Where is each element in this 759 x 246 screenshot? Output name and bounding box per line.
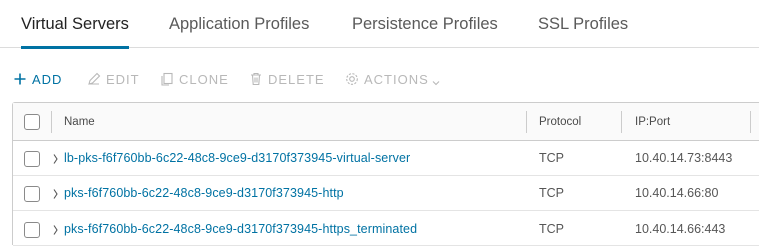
column-separator[interactable]	[750, 111, 751, 133]
column-separator[interactable]	[526, 111, 527, 133]
tab-persistence-profiles[interactable]: Persistence Profiles	[352, 0, 498, 48]
column-header-name[interactable]: Name	[64, 103, 95, 141]
tab-application-profiles[interactable]: Application Profiles	[169, 0, 309, 48]
grid-header: Name Protocol IP:Port	[13, 103, 759, 141]
tab-bar: Virtual Servers Application Profiles Per…	[0, 0, 759, 49]
trash-icon	[248, 71, 264, 87]
actions-label: ACTIONS	[364, 71, 429, 87]
table-row[interactable]: pks-f6f760bb-6c22-48c8-9ce9-d3170f373945…	[13, 176, 759, 211]
column-header-protocol[interactable]: Protocol	[539, 103, 581, 141]
plus-icon	[12, 71, 28, 87]
expand-row-icon[interactable]	[52, 223, 62, 237]
edit-button[interactable]: EDIT	[86, 70, 140, 88]
clone-button[interactable]: CLONE	[159, 70, 229, 88]
protocol-cell: TCP	[539, 151, 564, 165]
tab-ssl-profiles[interactable]: SSL Profiles	[538, 0, 628, 48]
add-button[interactable]: ADD	[12, 70, 62, 88]
add-label: ADD	[32, 71, 63, 87]
chevron-down-icon	[432, 75, 440, 86]
actions-button[interactable]: ACTIONS	[344, 70, 440, 88]
column-separator[interactable]	[621, 111, 622, 133]
expand-row-icon[interactable]	[52, 187, 62, 201]
edit-label: EDIT	[106, 71, 140, 87]
pencil-icon	[86, 71, 102, 87]
copy-icon	[159, 71, 175, 87]
column-header-ip-port[interactable]: IP:Port	[635, 103, 670, 141]
ip-port-cell: 10.40.14.73:8443	[635, 151, 733, 165]
clone-label: CLONE	[179, 71, 229, 87]
delete-label: DELETE	[268, 71, 325, 87]
virtual-servers-grid: Name Protocol IP:Port lb-pks-f6f760bb-6c…	[12, 102, 759, 246]
tab-virtual-servers[interactable]: Virtual Servers	[21, 0, 129, 49]
delete-button[interactable]: DELETE	[248, 70, 325, 88]
table-row[interactable]: pks-f6f760bb-6c22-48c8-9ce9-d3170f373945…	[13, 211, 759, 246]
expand-row-icon[interactable]	[52, 152, 62, 166]
ip-port-cell: 10.40.14.66:80	[635, 186, 719, 200]
row-checkbox[interactable]	[24, 186, 40, 202]
virtual-server-name-link[interactable]: pks-f6f760bb-6c22-48c8-9ce9-d3170f373945…	[64, 222, 417, 236]
gear-icon	[344, 71, 360, 87]
column-separator	[51, 111, 52, 133]
virtual-server-name-link[interactable]: pks-f6f760bb-6c22-48c8-9ce9-d3170f373945…	[64, 186, 344, 200]
ip-port-cell: 10.40.14.66:443	[635, 222, 726, 236]
protocol-cell: TCP	[539, 186, 564, 200]
row-checkbox[interactable]	[24, 222, 40, 238]
protocol-cell: TCP	[539, 222, 564, 236]
table-row[interactable]: lb-pks-f6f760bb-6c22-48c8-9ce9-d3170f373…	[13, 141, 759, 176]
select-all-checkbox[interactable]	[24, 114, 40, 130]
virtual-server-name-link[interactable]: lb-pks-f6f760bb-6c22-48c8-9ce9-d3170f373…	[64, 151, 410, 165]
toolbar: ADD EDIT CLONE DELETE ACTIONS	[0, 62, 759, 96]
row-checkbox[interactable]	[24, 151, 40, 167]
